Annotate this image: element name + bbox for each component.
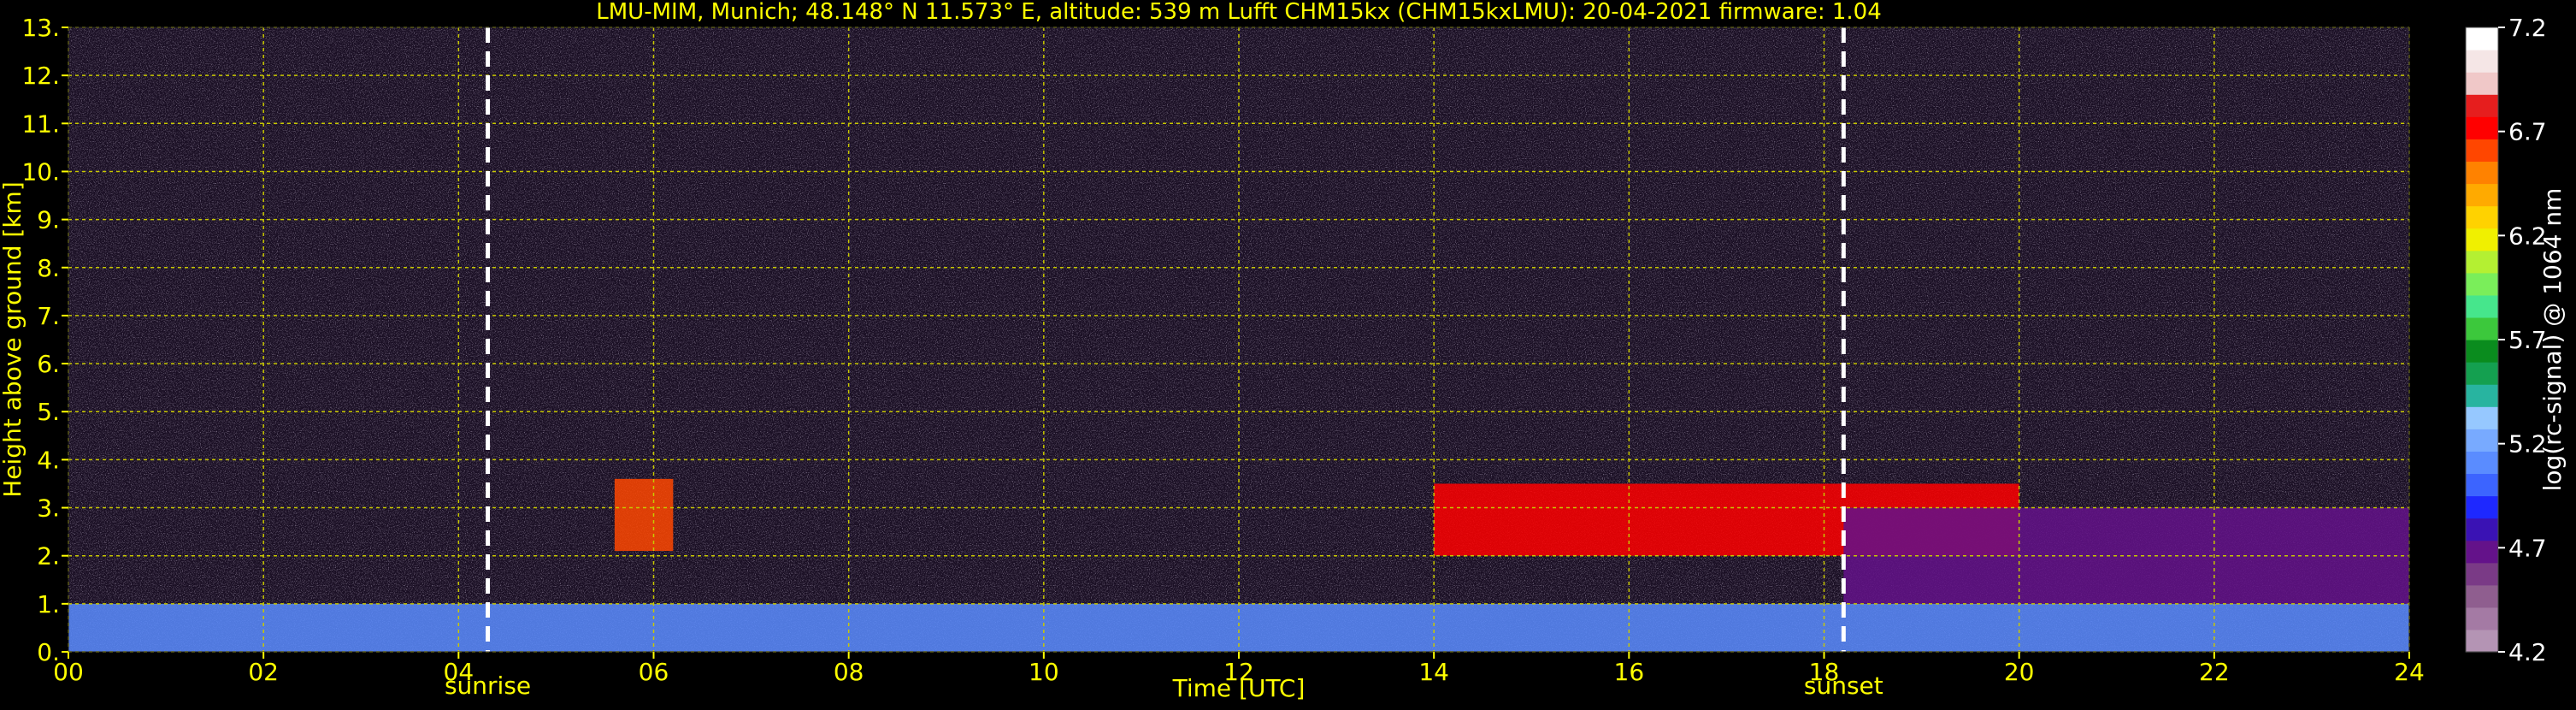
colorbar-segment	[2466, 116, 2498, 139]
y-tick-label: 0.	[37, 638, 60, 666]
colorbar-segment	[2466, 50, 2498, 73]
colorbar-segment	[2466, 94, 2498, 117]
colorbar-label: log(rc-signal) @ 1064 nm	[2538, 188, 2567, 492]
ceilometer-figure: sunrise sunset 00 02 04 06 08 10 12 14 16 18 20 22 24…	[0, 0, 2576, 707]
colorbar-tick-label: 4.2	[2508, 638, 2547, 666]
y-tick-label: 5.	[37, 398, 60, 426]
x-tick-label: 04	[444, 658, 475, 686]
x-tick-label: 16	[1614, 658, 1645, 686]
colorbar-segment	[2466, 183, 2498, 207]
x-tick-label: 10	[1029, 658, 1059, 686]
layer-evening-residual-layer	[1843, 507, 2409, 604]
x-axis-label: Time [UTC]	[1172, 674, 1306, 702]
x-tick-label: 08	[834, 658, 864, 686]
y-tick-label: 12.	[21, 62, 60, 90]
colorbar-segment	[2466, 340, 2498, 363]
colorbar-segment	[2466, 384, 2498, 407]
colorbar-segment	[2466, 429, 2498, 452]
colorbar-segment	[2466, 161, 2498, 185]
y-tick-label: 2.	[37, 542, 60, 571]
colorbar-segment	[2466, 518, 2498, 541]
y-tick-label: 4.	[37, 446, 60, 474]
x-tick-label: 22	[2199, 658, 2230, 686]
colorbar-segment	[2466, 495, 2498, 519]
y-tick-label: 6.	[37, 350, 60, 378]
y-tick-label: 1.	[37, 590, 60, 618]
colorbar-tick-label: 4.7	[2508, 534, 2547, 562]
x-tick-label: 20	[2004, 658, 2035, 686]
colorbar-segment	[2466, 294, 2498, 318]
layer-morning-cloud	[614, 478, 674, 552]
colorbar-segment	[2466, 272, 2498, 296]
x-tick-label: 06	[639, 658, 669, 686]
colorbar-tick-label: 7.2	[2508, 14, 2547, 42]
y-tick-label: 10.	[21, 157, 60, 186]
colorbar-segment	[2466, 205, 2498, 229]
y-tick-label: 9.	[37, 206, 60, 234]
colorbar-segment	[2466, 473, 2498, 497]
y-axis-label: Height above ground [km]	[0, 181, 27, 498]
colorbar-segment	[2466, 451, 2498, 475]
y-tick-label: 11.	[21, 109, 60, 138]
chart-title: LMU-MIM, Munich; 48.148° N 11.573° E, al…	[596, 0, 1881, 25]
colorbar-segment	[2466, 606, 2498, 630]
y-tick-label: 8.	[37, 254, 60, 282]
colorbar-segment	[2466, 317, 2498, 340]
x-tick-label: 24	[2394, 658, 2425, 686]
colorbar-segment	[2466, 228, 2498, 251]
colorbar-tick-label: 6.7	[2508, 118, 2547, 146]
colorbar-segment	[2466, 584, 2498, 608]
x-tick-label: 02	[248, 658, 279, 686]
colorbar-segment	[2466, 629, 2498, 653]
x-tick-label: 14	[1418, 658, 1449, 686]
ceilometer-chart: sunrise sunset 00 02 04 06 08 10 12 14 16 18 20 22 24…	[0, 0, 2567, 702]
y-tick-label: 7.	[37, 302, 60, 330]
colorbar-segment	[2466, 540, 2498, 564]
colorbar-segment	[2466, 562, 2498, 586]
colorbar-segment	[2466, 406, 2498, 429]
x-tick-label: 18	[1809, 658, 1840, 686]
y-tick-label: 3.	[37, 494, 60, 523]
colorbar-segment	[2466, 72, 2498, 95]
colorbar-segment	[2466, 27, 2498, 50]
colorbar-segment	[2466, 250, 2498, 274]
colorbar-segment	[2466, 362, 2498, 385]
y-tick-label: 13.	[21, 14, 60, 42]
colorbar-segment	[2466, 139, 2498, 163]
